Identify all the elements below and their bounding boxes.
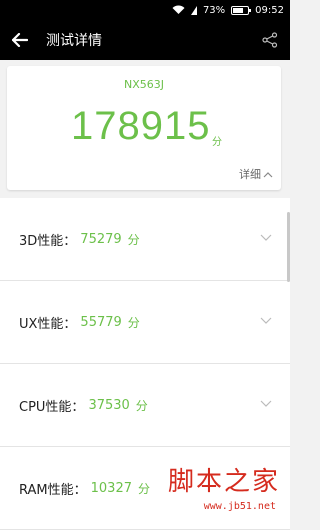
result-unit: 分 <box>137 481 150 496</box>
battery-icon <box>231 5 252 15</box>
result-value: 10327 <box>90 480 132 496</box>
chevron-down-icon <box>260 317 272 324</box>
score-card: NX563J 178915 分 详细 <box>7 66 281 190</box>
scrollbar[interactable] <box>287 212 290 282</box>
result-unit: 分 <box>127 315 140 330</box>
result-label: UX性能： <box>19 316 77 332</box>
total-score: 178915 <box>71 104 211 148</box>
result-label: RAM性能： <box>19 482 87 498</box>
result-row-ux[interactable]: UX性能： 55779 分 <box>0 281 290 364</box>
back-button[interactable] <box>0 20 40 60</box>
status-bar: 73% 09:52 <box>0 0 290 20</box>
wifi-icon <box>172 5 185 15</box>
share-button[interactable] <box>250 20 290 60</box>
battery-percent: 73% <box>202 4 226 16</box>
watermark-logo: 脚本之家 <box>167 467 280 497</box>
back-arrow-icon <box>12 33 28 47</box>
clock: 09:52 <box>255 4 284 16</box>
result-label: 3D性能： <box>19 233 77 249</box>
result-value: 37530 <box>88 397 130 413</box>
app-bar: 测试详情 <box>0 20 290 60</box>
detail-label: 详细 <box>239 168 261 181</box>
result-label: CPU性能： <box>19 399 85 415</box>
result-row-3d[interactable]: 3D性能： 75279 分 <box>0 198 290 281</box>
result-unit: 分 <box>135 398 148 413</box>
page-title: 测试详情 <box>46 33 102 49</box>
detail-toggle[interactable]: 详细 <box>239 166 273 182</box>
result-unit: 分 <box>127 232 140 247</box>
result-value: 55779 <box>80 314 122 330</box>
result-value: 75279 <box>80 231 122 247</box>
device-name: NX563J <box>123 78 164 91</box>
total-score-unit: 分 <box>212 137 222 148</box>
share-icon <box>262 32 278 48</box>
chevron-down-icon <box>260 400 272 407</box>
chevron-up-icon <box>263 171 273 177</box>
chevron-down-icon <box>260 234 272 241</box>
signal-icon <box>190 5 197 15</box>
result-row-cpu[interactable]: CPU性能： 37530 分 <box>0 364 290 447</box>
watermark-url: www.jb51.net <box>203 501 276 512</box>
